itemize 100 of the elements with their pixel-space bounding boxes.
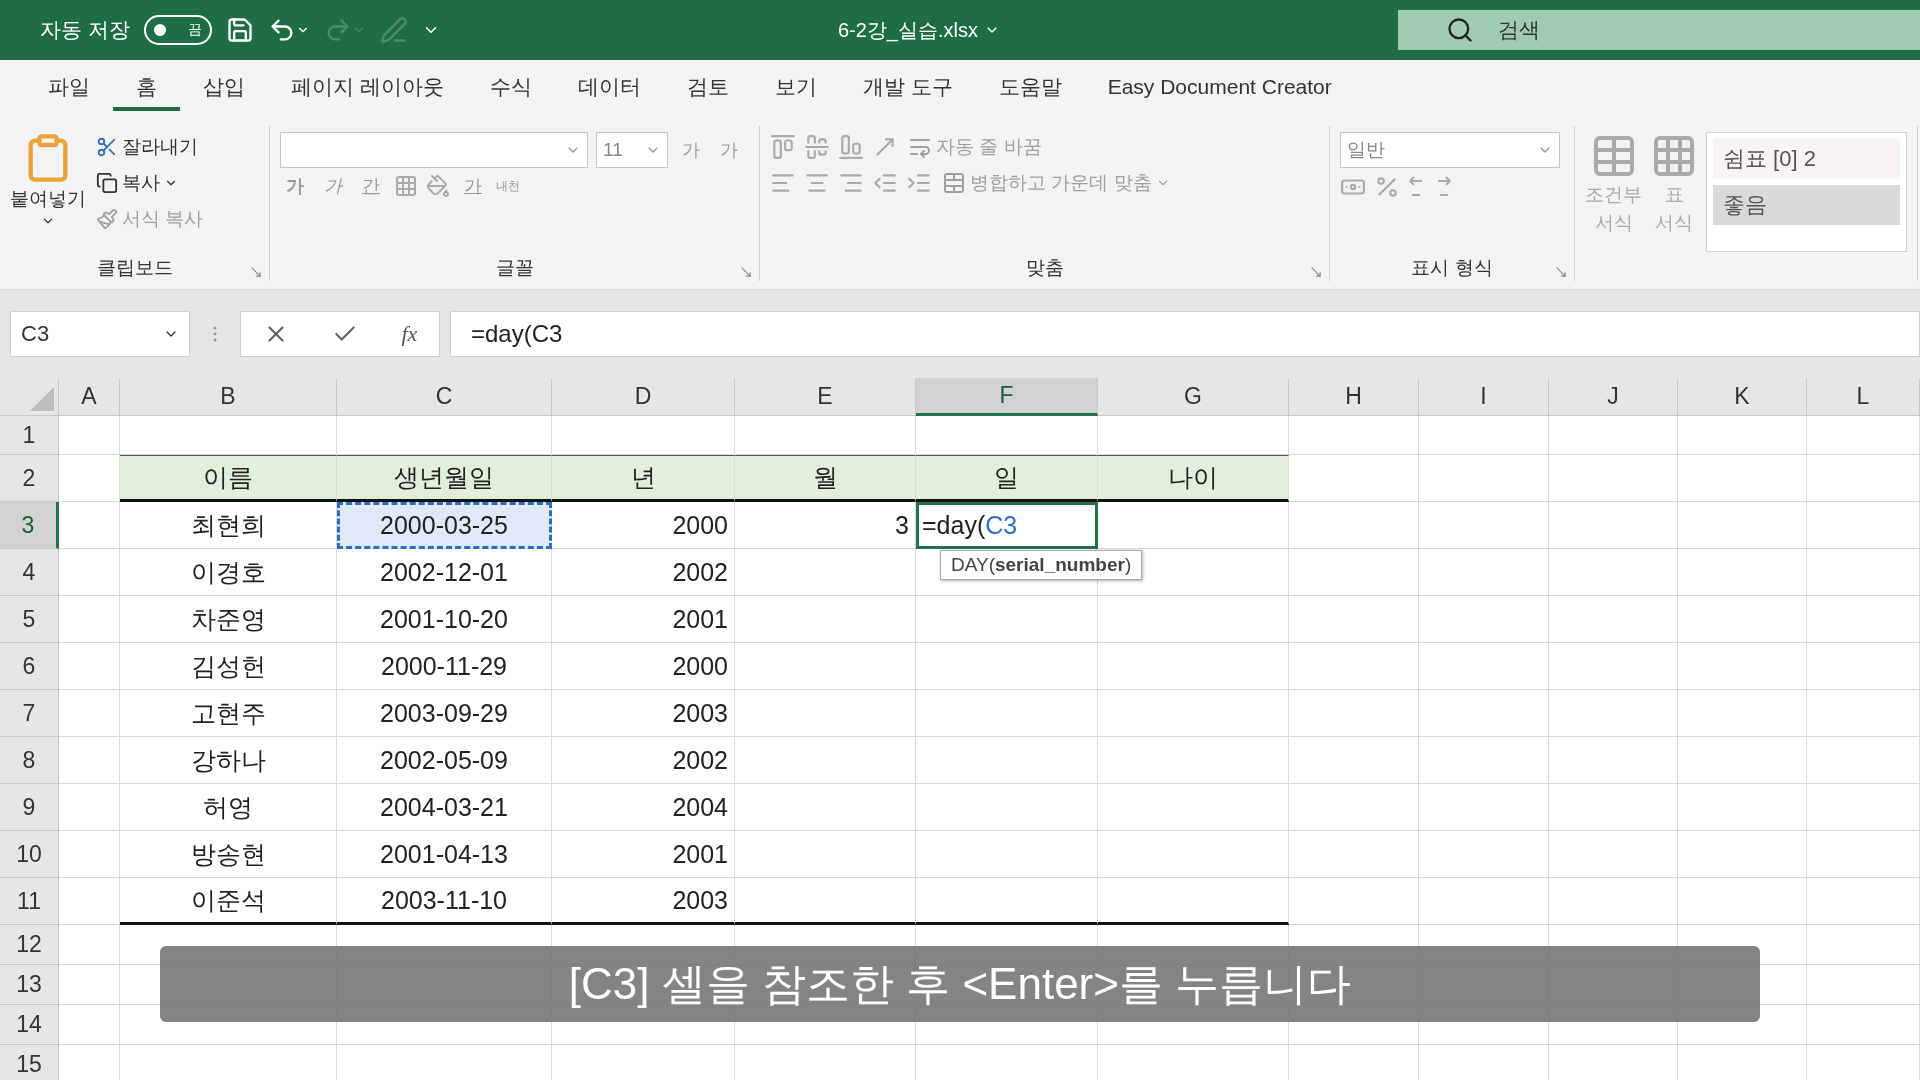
formula-field[interactable]: =day(C3 — [450, 311, 1920, 357]
column-header[interactable]: I — [1419, 378, 1549, 416]
align-bottom-icon[interactable] — [838, 134, 864, 160]
column-header[interactable]: A — [59, 378, 120, 416]
row-header[interactable]: 11 — [0, 878, 59, 925]
file-name[interactable]: 6-2강_실습.xlsx — [837, 16, 978, 44]
cell-formula: =day(C3 — [922, 510, 1018, 540]
merge-icon — [942, 171, 966, 195]
ribbon-tab[interactable]: 파일 — [25, 67, 113, 111]
row-header[interactable]: 2 — [0, 455, 59, 502]
table-cell: 이름 — [120, 455, 337, 502]
paintbrush-icon — [96, 208, 118, 230]
column-header[interactable]: L — [1807, 378, 1920, 416]
pen-icon[interactable] — [379, 16, 408, 44]
referenced-cell: 2000-03-25 — [337, 502, 552, 549]
row-header[interactable]: 12 — [0, 925, 59, 965]
ribbon-tab[interactable]: 삽입 — [180, 67, 268, 111]
row-header[interactable]: 5 — [0, 596, 59, 643]
autosave-toggle[interactable]: 끔 — [143, 15, 212, 45]
table-cell: 김성헌 — [120, 643, 337, 690]
column-header[interactable]: J — [1549, 378, 1678, 416]
table-cell: 2003 — [552, 878, 735, 925]
row-header[interactable]: 9 — [0, 784, 59, 831]
ribbon-tab[interactable]: 페이지 레이아웃 — [268, 67, 467, 111]
table-cell: 고현주 — [120, 690, 337, 737]
table-cell: 3 — [735, 502, 916, 549]
table-cell: 2002 — [552, 737, 735, 784]
percent-icon[interactable] — [1374, 174, 1400, 200]
font-size-field[interactable]: 11 — [596, 132, 668, 168]
autosave-label: 자동 저장 — [40, 17, 130, 43]
scissors-icon — [96, 136, 118, 158]
row-header[interactable]: 7 — [0, 690, 59, 737]
table-cell: 이경호 — [120, 549, 337, 596]
ribbon-tab[interactable]: 개발 도구 — [839, 67, 976, 111]
insert-function-button[interactable]: fx — [401, 321, 418, 347]
row-header[interactable]: 1 — [0, 416, 59, 455]
table-cell: 2003-09-29 — [337, 690, 552, 737]
row-header[interactable]: 13 — [0, 965, 59, 1005]
row-header[interactable]: 10 — [0, 831, 59, 878]
row-header[interactable]: 3 — [0, 502, 59, 549]
column-header[interactable]: F — [916, 378, 1098, 416]
align-top-icon[interactable] — [770, 134, 796, 160]
table-cell: 2003 — [552, 690, 735, 737]
row-header[interactable]: 4 — [0, 549, 59, 596]
search-field[interactable]: 검색 — [1398, 10, 1920, 50]
column-header[interactable]: B — [120, 378, 337, 416]
select-all-icon[interactable] — [30, 387, 54, 411]
font-name-field[interactable] — [280, 132, 588, 168]
table-cell: 허영 — [120, 784, 337, 831]
decimal-icon[interactable] — [1408, 175, 1452, 199]
copy-icon — [96, 172, 118, 194]
table-cell: 2002-05-09 — [337, 737, 552, 784]
launcher-icon[interactable] — [249, 265, 263, 279]
function-tooltip: DAY(serial_number) — [940, 550, 1143, 580]
ribbon-tab[interactable]: 수식 — [466, 67, 555, 111]
align-middle-icon[interactable] — [804, 134, 830, 160]
column-header[interactable]: K — [1678, 378, 1807, 416]
ribbon-tab[interactable]: 홈 — [113, 67, 180, 111]
border-icon[interactable] — [394, 174, 418, 198]
launcher-icon[interactable] — [1554, 265, 1568, 279]
fill-color-icon[interactable] — [426, 174, 450, 198]
launcher-icon[interactable] — [1309, 265, 1323, 279]
table-cell: 2001 — [552, 596, 735, 643]
paste-button[interactable]: 붙여넣기 — [10, 132, 86, 255]
number-format-field[interactable]: 일반 — [1340, 132, 1560, 168]
table-cell: 2004-03-21 — [337, 784, 552, 831]
launcher-icon[interactable] — [739, 265, 753, 279]
table-cell: 2000-11-29 — [337, 643, 552, 690]
name-box[interactable]: C3 — [10, 311, 190, 357]
ribbon-tab[interactable]: Easy Document Creator — [1084, 67, 1355, 111]
column-header[interactable]: C — [337, 378, 552, 416]
copy-button[interactable]: 복사 — [94, 168, 206, 198]
save-icon[interactable] — [225, 16, 254, 44]
row-header[interactable]: 6 — [0, 643, 59, 690]
row-header[interactable]: 8 — [0, 737, 59, 784]
ribbon-tab[interactable]: 도움말 — [975, 67, 1085, 111]
search-icon — [1446, 16, 1474, 44]
table-cell: 차준영 — [120, 596, 337, 643]
video-subtitle: [C3] 셀을 참조한 후 <Enter>를 누릅니다 — [160, 946, 1760, 1022]
table-cell: 2001-04-13 — [337, 831, 552, 878]
row-header[interactable]: 15 — [0, 1045, 59, 1080]
column-header[interactable]: E — [735, 378, 916, 416]
table-cell: 강하나 — [120, 737, 337, 784]
cell-style-item[interactable]: 좋음 — [1713, 185, 1900, 225]
column-header[interactable]: H — [1289, 378, 1419, 416]
group-label: 글꼴 — [495, 256, 534, 280]
table-cell: 2001 — [552, 831, 735, 878]
group-label: 표시 형식 — [1411, 256, 1493, 280]
table-cell: 이준석 — [120, 878, 337, 925]
cell-style-item[interactable]: 쉼표 [0] 2 — [1713, 139, 1900, 179]
column-header[interactable]: G — [1098, 378, 1289, 416]
row-header[interactable]: 14 — [0, 1005, 59, 1045]
column-header[interactable]: D — [552, 378, 735, 416]
table-cell: 방송현 — [120, 831, 337, 878]
cut-button[interactable]: 잘라내기 — [94, 132, 206, 162]
table-cell: 2002-12-01 — [337, 549, 552, 596]
ribbon-tab[interactable]: 보기 — [751, 67, 840, 111]
ribbon-tab[interactable]: 데이터 — [554, 67, 664, 111]
ribbon-tab[interactable]: 검토 — [663, 67, 752, 111]
table-cell: 2004 — [552, 784, 735, 831]
